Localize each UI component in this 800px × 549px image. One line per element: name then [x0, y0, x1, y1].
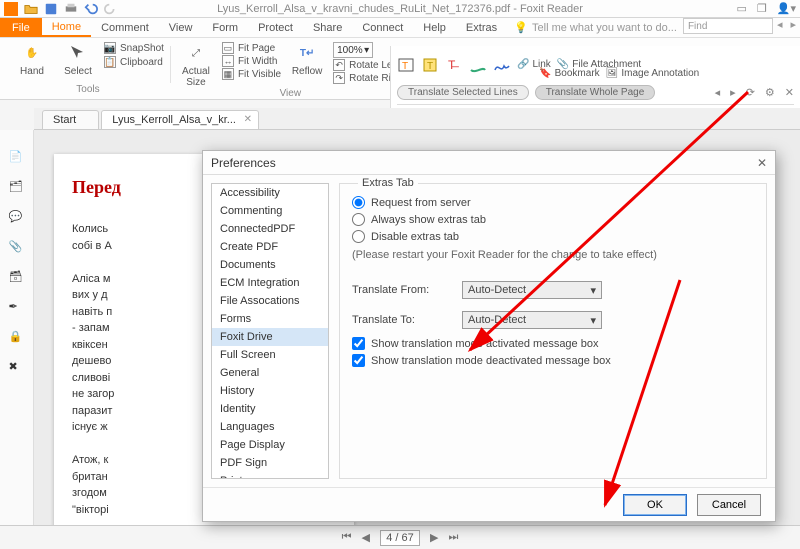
category-item[interactable]: Print [212, 472, 328, 479]
category-item[interactable]: Foxit Drive [212, 328, 328, 346]
translate-to-label: Translate To: [352, 314, 462, 326]
modal-overlay: Preferences ✕ AccessibilityCommentingCon… [0, 0, 800, 549]
category-item[interactable]: ConnectedPDF [212, 220, 328, 238]
translate-from-label: Translate From: [352, 284, 462, 296]
radio-disable[interactable]: Disable extras tab [352, 230, 754, 243]
preferences-categories[interactable]: AccessibilityCommentingConnectedPDFCreat… [211, 183, 329, 479]
ok-button[interactable]: OK [623, 494, 687, 516]
radio-always[interactable]: Always show extras tab [352, 213, 754, 226]
category-item[interactable]: Accessibility [212, 184, 328, 202]
section-title: Extras Tab [358, 177, 418, 189]
chk-deactivated[interactable]: Show translation mode deactivated messag… [352, 354, 754, 367]
category-item[interactable]: Page Display [212, 436, 328, 454]
category-item[interactable]: Languages [212, 418, 328, 436]
translate-from-combo[interactable]: Auto-Detect▾ [462, 281, 602, 299]
dialog-title: Preferences [211, 156, 276, 170]
category-item[interactable]: Documents [212, 256, 328, 274]
preferences-dialog: Preferences ✕ AccessibilityCommentingCon… [202, 150, 776, 522]
translate-to-combo[interactable]: Auto-Detect▾ [462, 311, 602, 329]
chevron-down-icon: ▾ [590, 284, 596, 297]
category-item[interactable]: Commenting [212, 202, 328, 220]
category-item[interactable]: Full Screen [212, 346, 328, 364]
dialog-close-icon[interactable]: ✕ [757, 156, 767, 170]
category-item[interactable]: Create PDF [212, 238, 328, 256]
cancel-button[interactable]: Cancel [697, 494, 761, 516]
category-item[interactable]: General [212, 364, 328, 382]
category-item[interactable]: Identity [212, 400, 328, 418]
preferences-content: Extras Tab Request from server Always sh… [339, 183, 767, 479]
category-item[interactable]: History [212, 382, 328, 400]
chk-activated[interactable]: Show translation mode activated message … [352, 337, 754, 350]
category-item[interactable]: PDF Sign [212, 454, 328, 472]
restart-note: (Please restart your Foxit Reader for th… [352, 249, 754, 261]
category-item[interactable]: ECM Integration [212, 274, 328, 292]
chevron-down-icon: ▾ [590, 314, 596, 327]
category-item[interactable]: Forms [212, 310, 328, 328]
category-item[interactable]: File Assocations [212, 292, 328, 310]
radio-request[interactable]: Request from server [352, 196, 754, 209]
